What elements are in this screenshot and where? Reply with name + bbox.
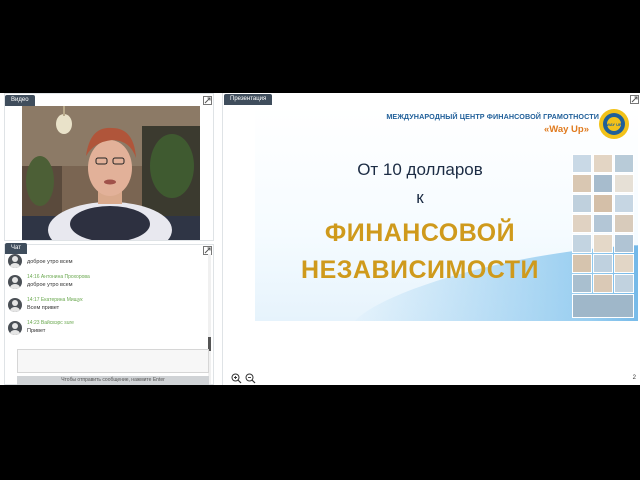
presentation-tab-label: Презентация: [224, 94, 273, 105]
expand-icon[interactable]: [203, 96, 212, 105]
avatar-icon: [8, 254, 22, 268]
expand-icon[interactable]: [630, 95, 639, 104]
chat-message-text: Привет: [27, 328, 46, 334]
chat-message-text: Всем привет: [27, 305, 60, 311]
slide-heading-line2: к: [416, 188, 424, 207]
chat-message-text: доброе утро всем: [27, 282, 73, 288]
chat-tab-label: Чат: [5, 243, 27, 254]
slide-brand: «Way Up»: [543, 124, 589, 135]
presentation-slide: МЕЖДУНАРОДНЫЙ ЦЕНТР ФИНАНСОВОЙ ГРАМОТНОС…: [255, 106, 638, 321]
list-item: 14:23 Вайсвэрс sure Привет: [5, 318, 209, 341]
avatar-icon: [8, 275, 22, 289]
zoom-out-icon[interactable]: [245, 373, 256, 384]
slide-org-name: МЕЖДУНАРОДНЫЙ ЦЕНТР ФИНАНСОВОЙ ГРАМОТНОС…: [386, 112, 599, 121]
slide-photo-collage: [572, 154, 634, 318]
video-feed: [22, 106, 200, 240]
chat-message-meta: 14:16 Антонина Прохорова: [27, 274, 90, 280]
chat-message-list[interactable]: доброе утро всем 14:16 Антонина Прохоров…: [5, 254, 209, 348]
list-item: доброе утро всем: [5, 254, 209, 272]
slide-heading-line1: От 10 долларов: [357, 160, 483, 179]
slide-title-line2: НЕЗАВИСИМОСТИ: [301, 256, 539, 284]
avatar-icon: [8, 298, 22, 312]
list-item: 14:16 Антонина Прохорова доброе утро все…: [5, 272, 209, 295]
chat-message-meta: 14:17 Екатерина Мищук: [27, 297, 83, 303]
chat-panel: Чат доброе утро всем 14:16 Антонина Прох…: [4, 243, 214, 385]
video-tab-label: Видео: [5, 95, 35, 106]
chat-message-input[interactable]: [17, 349, 209, 373]
way-up-logo: WAY UP: [599, 109, 629, 139]
page-number: 2: [632, 375, 636, 381]
video-panel: Видео: [4, 93, 214, 241]
logo-text: WAY UP: [606, 122, 622, 127]
avatar-icon: [8, 321, 22, 335]
slide-title-line1: ФИНАНСОВОЙ: [324, 219, 516, 247]
presentation-panel: Презентация МЕЖДУНАРОДНЫЙ ЦЕНТР ФИНАНСОВ…: [222, 93, 640, 385]
zoom-in-icon[interactable]: [231, 373, 242, 384]
chat-message-text: доброе утро всем: [27, 259, 73, 265]
chat-input-hint: Чтобы отправить сообщение, нажмите Enter: [17, 376, 209, 385]
conference-screen: Видео Чат доброе утро всем 14:16 Антонин…: [0, 93, 640, 385]
chat-message-meta: 14:23 Вайсвэрс sure: [27, 320, 74, 326]
list-item: 14:17 Екатерина Мищук Всем привет: [5, 295, 209, 318]
